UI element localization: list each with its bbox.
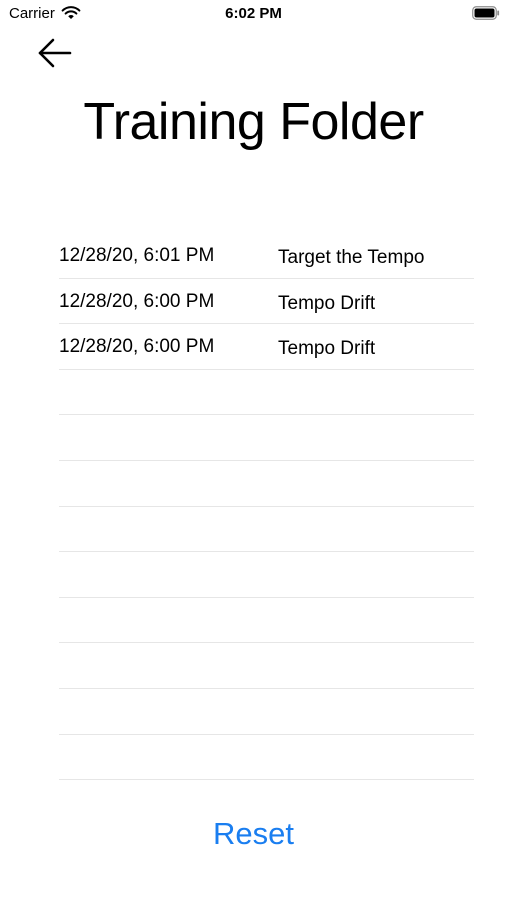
- page-title: Training Folder: [83, 93, 424, 151]
- table-row[interactable]: 12/28/20, 6:00 PM Tempo Drift: [59, 279, 474, 325]
- table-row[interactable]: 12/28/20, 6:01 PM Target the Tempo: [59, 233, 474, 279]
- record-name: Tempo Drift: [278, 338, 376, 360]
- table-row-empty: [59, 461, 474, 507]
- table-row-empty: [59, 643, 474, 689]
- table-row-empty: [59, 552, 474, 598]
- table-row-empty: [59, 598, 474, 644]
- table-row-empty: [59, 415, 474, 461]
- table-row[interactable]: 12/28/20, 6:00 PM Tempo Drift: [59, 324, 474, 370]
- table-row-empty: [59, 370, 474, 416]
- record-date: 12/28/20, 6:00 PM: [59, 336, 215, 358]
- back-button[interactable]: [35, 36, 75, 70]
- reset-button[interactable]: Reset: [0, 816, 507, 852]
- status-bar: Carrier 6:02 PM: [0, 0, 507, 28]
- arrow-left-icon: [38, 38, 72, 68]
- status-time: 6:02 PM: [225, 5, 282, 22]
- record-date: 12/28/20, 6:01 PM: [59, 245, 215, 266]
- record-date: 12/28/20, 6:00 PM: [59, 290, 215, 312]
- record-name: Target the Tempo: [278, 247, 425, 268]
- table-row-empty: [59, 735, 474, 781]
- records-table: 12/28/20, 6:01 PM Target the Tempo 12/28…: [59, 233, 474, 781]
- table-row-empty: [59, 507, 474, 553]
- table-row-empty: [59, 689, 474, 735]
- record-name: Tempo Drift: [278, 292, 376, 314]
- battery-full-icon: [472, 6, 500, 20]
